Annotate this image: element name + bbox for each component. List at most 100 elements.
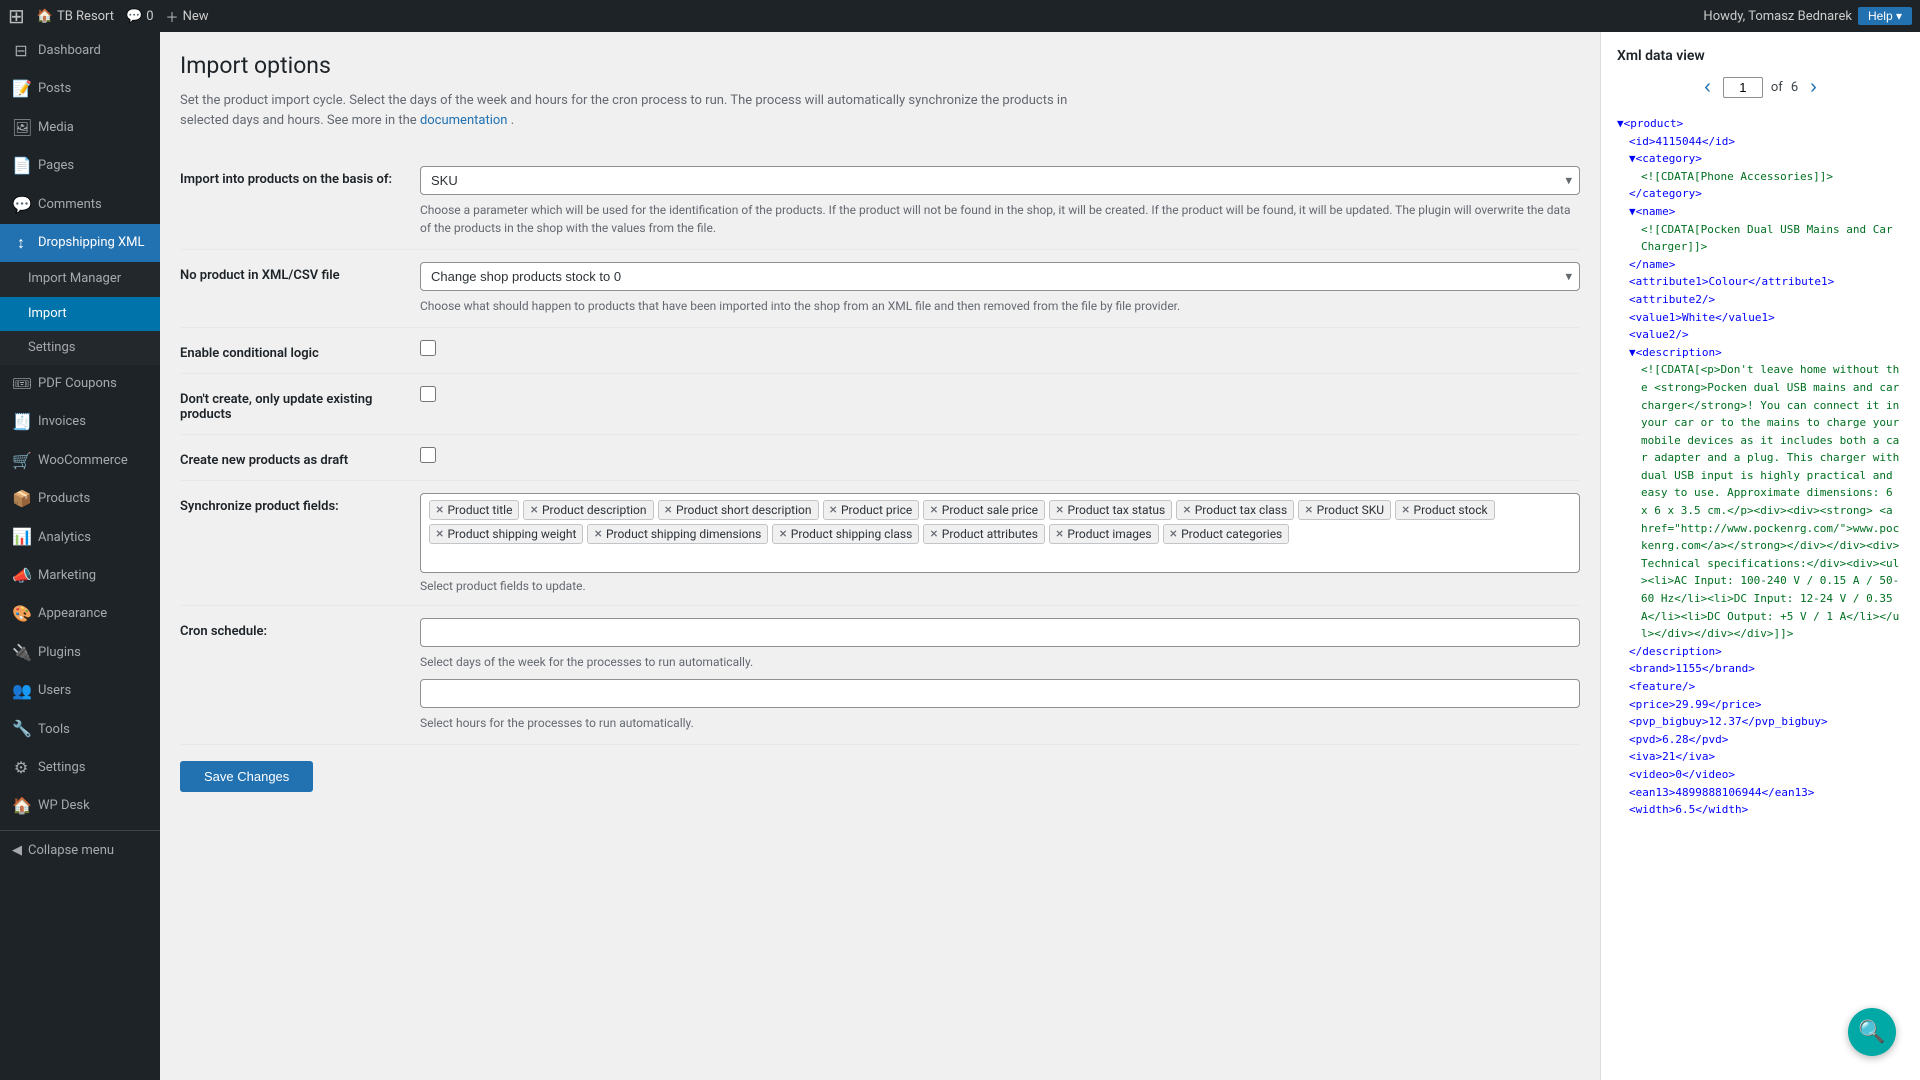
sync-tag: × Product images	[1049, 524, 1159, 544]
content-area: Import options Set the product import cy…	[160, 32, 1600, 1080]
import-basis-field: SKU EAN ID Name ▾ Choose a parameter whi…	[420, 166, 1580, 237]
xml-line: <width>6.5</width>	[1617, 801, 1904, 819]
xml-page-input[interactable]	[1723, 77, 1763, 98]
cron-days-input[interactable]	[420, 618, 1580, 647]
documentation-link[interactable]: documentation	[420, 113, 508, 128]
sidebar-item-posts[interactable]: 📝 Posts	[0, 70, 160, 108]
sync-tag: ×Product attributes	[923, 524, 1045, 544]
tag-remove-icon[interactable]: ×	[1056, 527, 1063, 541]
sync-fields-tags-container[interactable]: ×Product title×Product description×Produ…	[420, 493, 1580, 573]
sidebar-item-comments[interactable]: 💬 Comments	[0, 186, 160, 224]
xml-line: <value2/>	[1617, 326, 1904, 344]
search-fab[interactable]: 🔍	[1848, 1008, 1896, 1056]
collapse-menu-button[interactable]: ◀ Collapse menu	[0, 835, 160, 866]
no-product-hint: Choose what should happen to products th…	[420, 297, 1580, 315]
create-draft-checkbox-wrapper	[420, 447, 1580, 463]
create-draft-label: Create new products as draft	[180, 447, 400, 468]
sync-tag: ×Product stock	[1395, 500, 1495, 520]
cron-hours-input[interactable]	[420, 679, 1580, 708]
tag-label: Product short description	[676, 503, 811, 517]
tag-remove-icon[interactable]: ×	[594, 527, 601, 541]
import-basis-select[interactable]: SKU EAN ID Name	[420, 166, 1580, 195]
tag-label: Product title	[447, 503, 512, 517]
tag-remove-icon[interactable]: ×	[665, 503, 672, 517]
xml-line: <ean13>4899888106944</ean13>	[1617, 784, 1904, 802]
sidebar-item-import[interactable]: Import	[0, 297, 160, 331]
comment-icon: 💬	[126, 9, 142, 24]
comments-count[interactable]: 💬 0	[126, 9, 154, 24]
new-button[interactable]: ＋ New	[166, 7, 209, 26]
plugins-icon: 🔌	[12, 642, 30, 664]
sidebar-item-marketing[interactable]: 📣 Marketing	[0, 557, 160, 595]
sidebar-item-settings-sub[interactable]: Settings	[0, 331, 160, 365]
sidebar-item-import-manager[interactable]: Import Manager	[0, 262, 160, 296]
tag-label: Product sale price	[942, 503, 1038, 517]
tag-label: Product price	[841, 503, 912, 517]
sidebar-item-wp-desk[interactable]: 🏠 WP Desk	[0, 787, 160, 825]
sidebar-item-analytics[interactable]: 📊 Analytics	[0, 518, 160, 556]
create-draft-checkbox[interactable]	[420, 447, 436, 463]
site-name[interactable]: 🏠 TB Resort	[37, 9, 114, 24]
appearance-icon: 🎨	[12, 603, 30, 625]
users-icon: 👥	[12, 680, 30, 702]
tag-remove-icon[interactable]: ×	[530, 503, 537, 517]
sidebar-item-users[interactable]: 👥 Users	[0, 672, 160, 710]
xml-navigation: ‹ of 6 ›	[1617, 76, 1904, 99]
save-button[interactable]: Save Changes	[180, 761, 313, 792]
xml-prev-button[interactable]: ‹	[1700, 76, 1715, 99]
dont-create-checkbox[interactable]	[420, 386, 436, 402]
xml-line: ▼<category>	[1617, 150, 1904, 168]
tag-label: Product categories	[1181, 527, 1282, 541]
xml-line: ▼<name>	[1617, 203, 1904, 221]
xml-panel: Xml data view ‹ of 6 › ▼<product><id>411…	[1600, 32, 1920, 1080]
sidebar-item-products[interactable]: 📦 Products	[0, 480, 160, 518]
xml-line: </name>	[1617, 256, 1904, 274]
tag-remove-icon[interactable]: ×	[1183, 503, 1190, 517]
create-draft-field	[420, 447, 1580, 463]
posts-icon: 📝	[12, 78, 30, 100]
xml-line: <price>29.99</price>	[1617, 696, 1904, 714]
xml-line: <feature/>	[1617, 678, 1904, 696]
media-icon: 🖼	[12, 117, 30, 139]
xml-line: <attribute1>Colour</attribute1>	[1617, 273, 1904, 291]
tag-remove-icon[interactable]: ×	[779, 527, 786, 541]
tag-remove-icon[interactable]: ×	[1305, 503, 1312, 517]
sidebar-item-pdf-coupons[interactable]: 🎟 PDF Coupons	[0, 365, 160, 403]
tag-remove-icon[interactable]: ×	[1170, 527, 1177, 541]
xml-line: ▼<description>	[1617, 344, 1904, 362]
tag-remove-icon[interactable]: ×	[1402, 503, 1409, 517]
tag-label: Product images	[1067, 527, 1151, 541]
tag-remove-icon[interactable]: ×	[930, 527, 937, 541]
sync-tag: ×Product shipping class	[772, 524, 919, 544]
topbar: ⊞ 🏠 TB Resort 💬 0 ＋ New Howdy, Tomasz Be…	[0, 0, 1920, 32]
tag-remove-icon[interactable]: ×	[830, 503, 837, 517]
home-icon: 🏠	[37, 9, 53, 24]
no-product-row: No product in XML/CSV file Change shop p…	[180, 250, 1580, 328]
xml-line: <brand>1155</brand>	[1617, 660, 1904, 678]
sidebar-item-pages[interactable]: 📄 Pages	[0, 147, 160, 185]
tag-remove-icon[interactable]: ×	[436, 527, 443, 541]
tag-remove-icon[interactable]: ×	[930, 503, 937, 517]
conditional-logic-checkbox[interactable]	[420, 340, 436, 356]
tag-label: Product description	[542, 503, 647, 517]
tag-remove-icon[interactable]: ×	[436, 503, 443, 517]
sidebar-item-media[interactable]: 🖼 Media	[0, 109, 160, 147]
sidebar-item-appearance[interactable]: 🎨 Appearance	[0, 595, 160, 633]
sidebar-item-plugins[interactable]: 🔌 Plugins	[0, 634, 160, 672]
cron-days-hint: Select days of the week for the processe…	[420, 653, 1580, 671]
sidebar-submenu-dropshipping: Import Manager Import Settings	[0, 262, 160, 365]
no-product-select[interactable]: Change shop products stock to 0 Delete p…	[420, 262, 1580, 291]
sidebar: ⊟ Dashboard 📝 Posts 🖼 Media 📄 Pages 💬 Co…	[0, 32, 160, 1080]
sidebar-item-dropshipping[interactable]: ↕ Dropshipping XML	[0, 224, 160, 262]
tag-remove-icon[interactable]: ×	[1056, 503, 1063, 517]
sync-fields-row: Synchronize product fields: ×Product tit…	[180, 481, 1580, 606]
sidebar-item-dashboard[interactable]: ⊟ Dashboard	[0, 32, 160, 70]
sidebar-item-tools[interactable]: 🔧 Tools	[0, 710, 160, 748]
sidebar-item-woocommerce[interactable]: 🛒 WooCommerce	[0, 442, 160, 480]
dont-create-checkbox-wrapper	[420, 386, 1580, 402]
xml-next-button[interactable]: ›	[1806, 76, 1821, 99]
sidebar-item-settings[interactable]: ⚙ Settings	[0, 749, 160, 787]
help-button[interactable]: Help ▾	[1858, 7, 1912, 25]
xml-line: <pvd>6.28</pvd>	[1617, 731, 1904, 749]
sidebar-item-invoices[interactable]: 🧾 Invoices	[0, 403, 160, 441]
